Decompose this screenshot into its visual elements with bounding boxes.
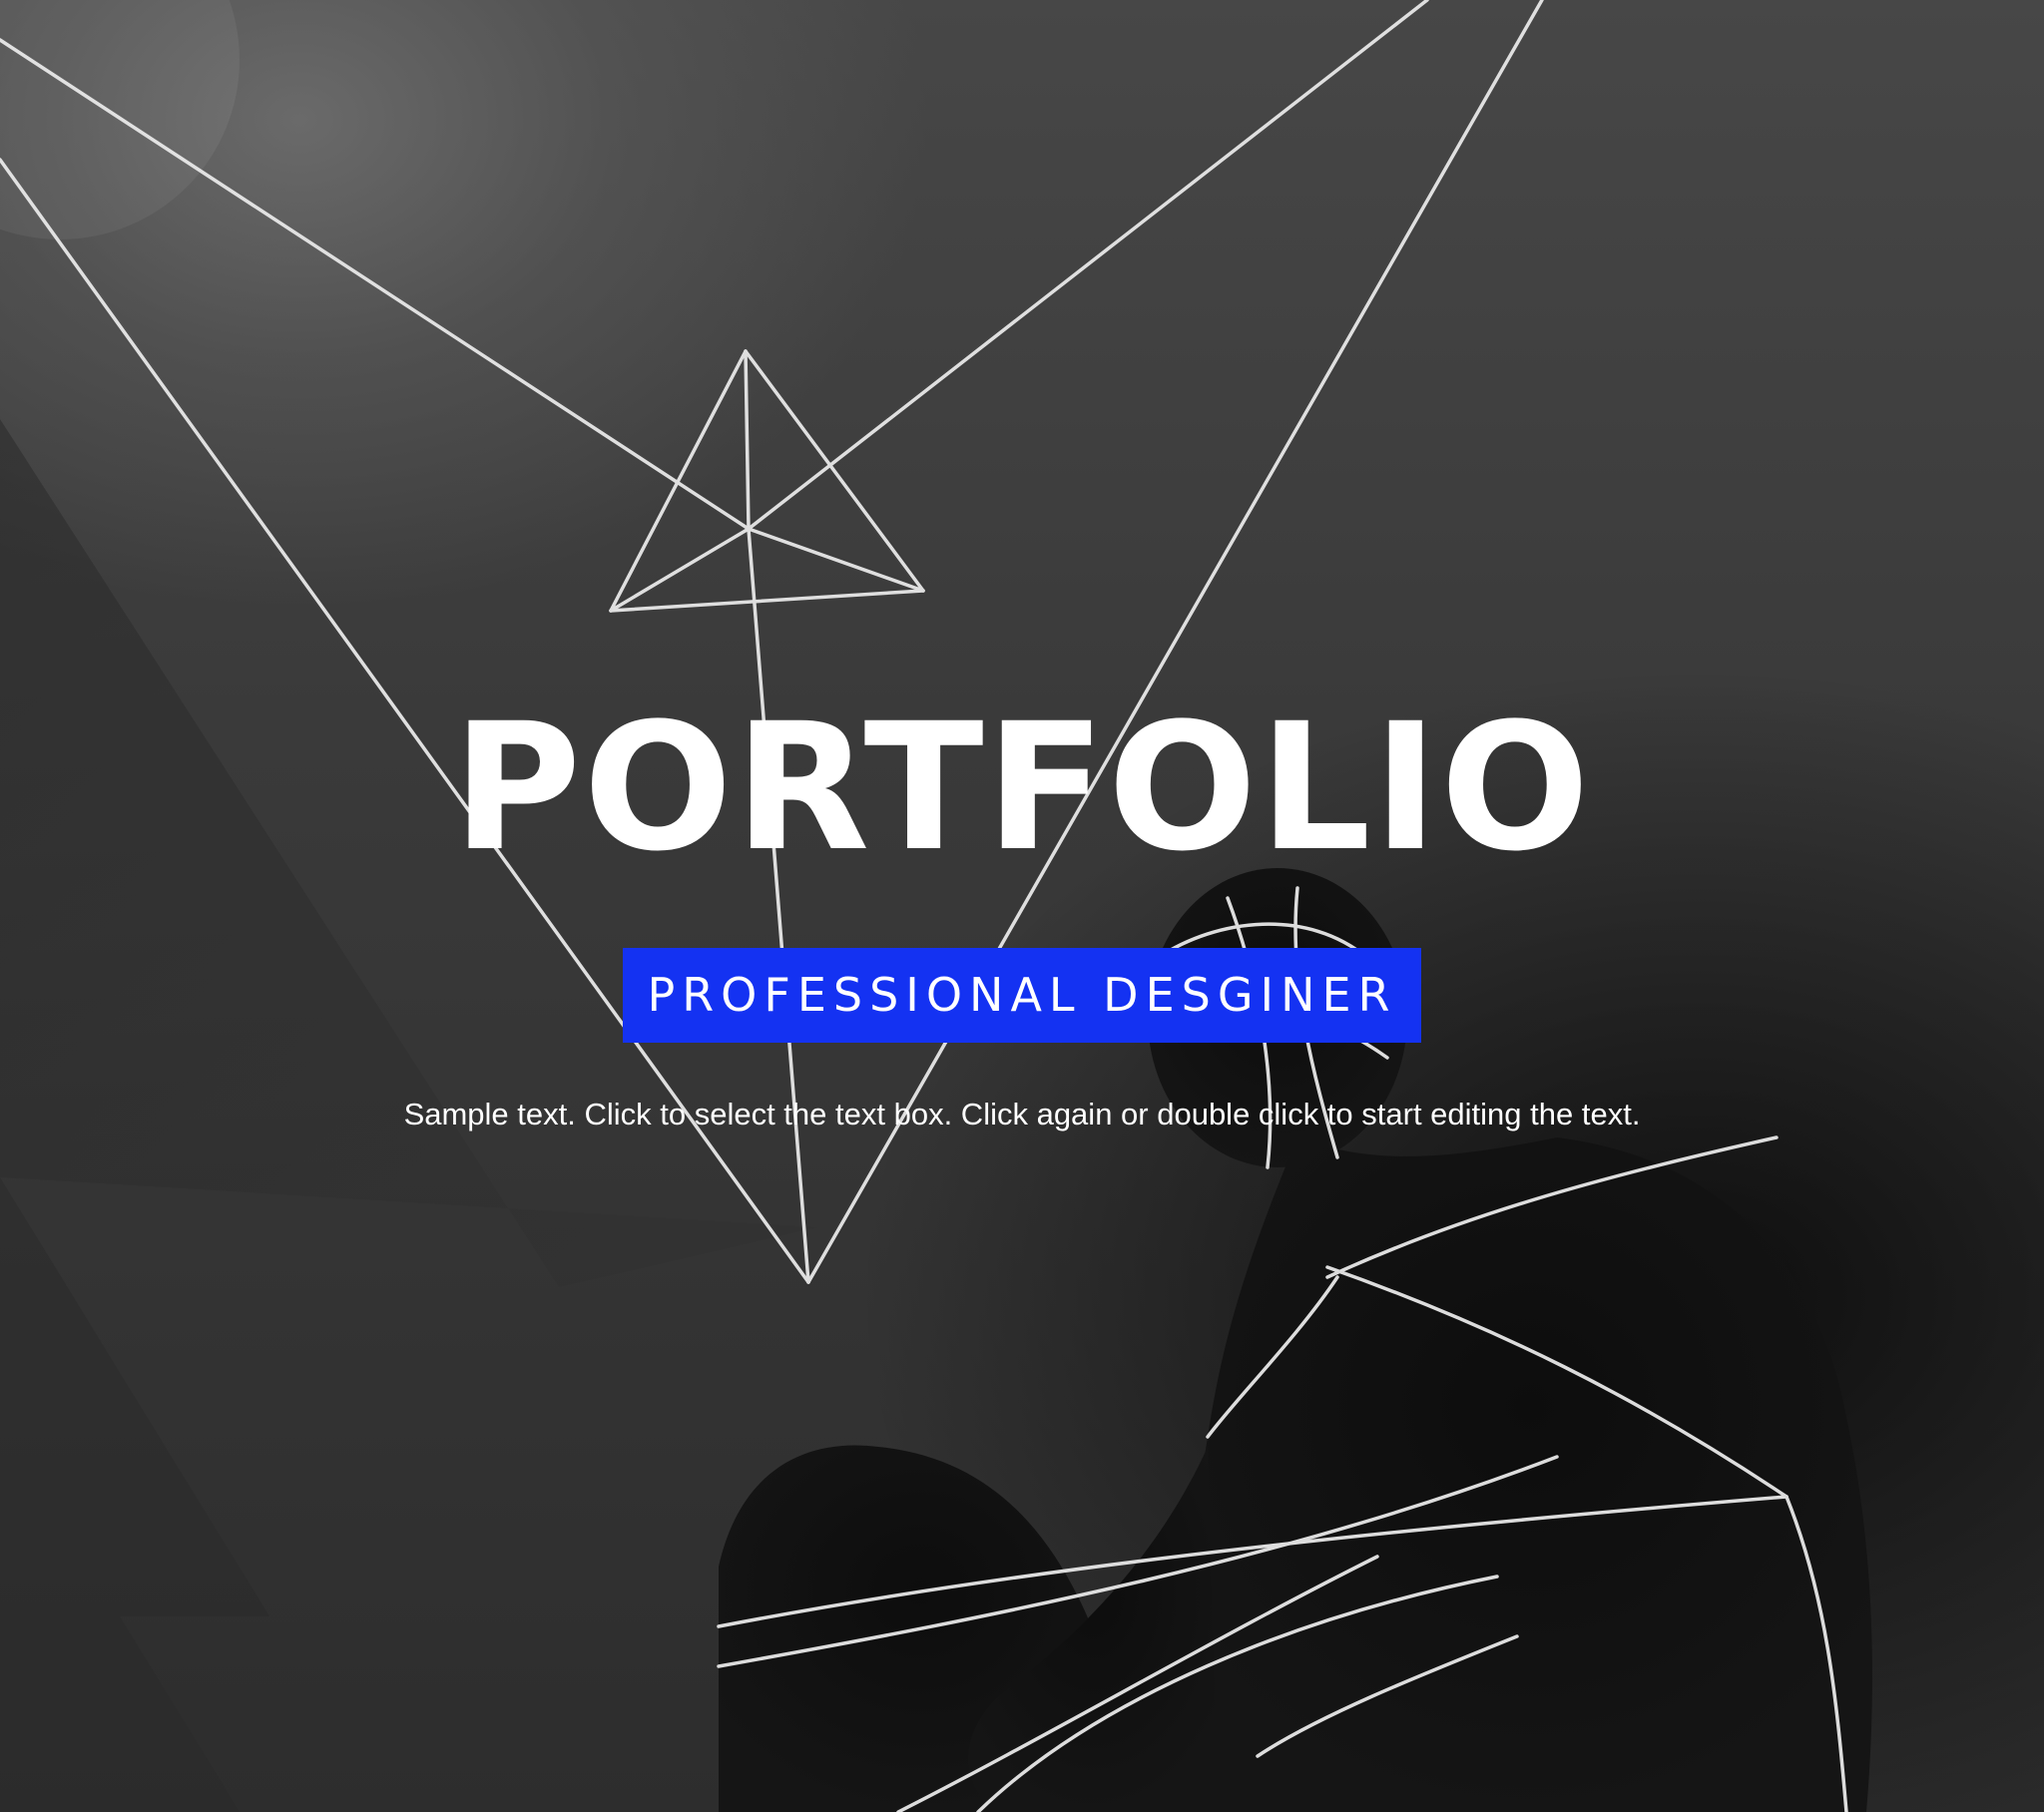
sample-text-box[interactable]: Sample text. Click to select the text bo… (0, 1092, 2044, 1137)
tagline-container: PROFESSIONAL DESGINER (0, 948, 2044, 1043)
profession-badge: PROFESSIONAL DESGINER (623, 948, 1421, 1043)
background-photo (0, 0, 1872, 1812)
portfolio-title: PORTFOLIO (452, 685, 1592, 890)
hero-section: PORTFOLIO PROFESSIONAL DESGINER Sample t… (0, 0, 2044, 1812)
